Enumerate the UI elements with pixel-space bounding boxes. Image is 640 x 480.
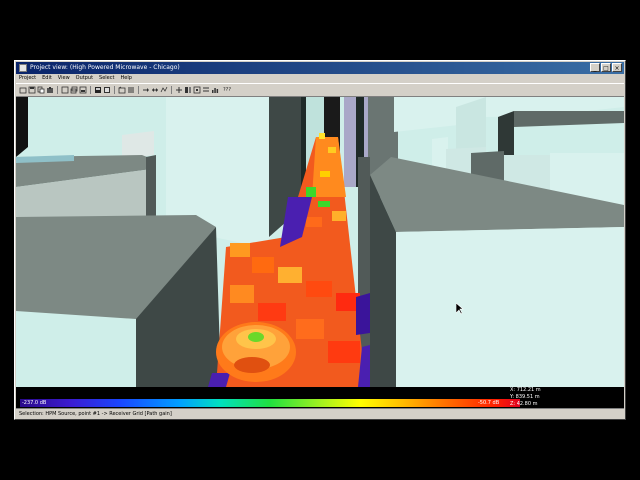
save-icon[interactable] <box>28 86 36 94</box>
more-icon[interactable]: ??? <box>220 86 234 94</box>
arrow-split-icon[interactable] <box>151 86 159 94</box>
layers-icon[interactable] <box>70 86 78 94</box>
status-text: Selection: HPM Source, point #1 -> Recei… <box>19 411 172 417</box>
toolbar-separator <box>138 86 139 94</box>
paste-icon[interactable] <box>46 86 54 94</box>
pan-icon[interactable] <box>184 86 192 94</box>
list-icon[interactable] <box>127 86 135 94</box>
toolbar-separator <box>90 86 91 94</box>
antenna-pattern <box>216 322 296 382</box>
menu-select[interactable]: Select <box>99 74 114 83</box>
view-icon[interactable] <box>61 86 69 94</box>
toolbar: ??? <box>16 83 624 97</box>
menu-edit[interactable]: Edit <box>42 74 52 83</box>
app-icon <box>19 64 27 72</box>
title-bar[interactable]: Project view: (High Powered Microwave - … <box>16 62 624 74</box>
colorbar-max-label: -50.7 dB <box>478 400 500 406</box>
close-button[interactable]: × <box>612 63 622 72</box>
menu-bar: Project Edit View Output Select Help <box>16 74 624 83</box>
menu-output[interactable]: Output <box>76 74 93 83</box>
menu-project[interactable]: Project <box>19 74 36 83</box>
coordinate-readout: X: 712.21 m Y: 839.51 m Z: 42.80 m <box>510 387 541 408</box>
window-controls: _ □ × <box>590 63 622 72</box>
route-icon[interactable] <box>160 86 168 94</box>
more-label: ??? <box>223 87 231 93</box>
menu-help[interactable]: Help <box>120 74 131 83</box>
arrow-right-icon[interactable] <box>142 86 150 94</box>
mouse-cursor-icon <box>456 303 464 315</box>
box-icon[interactable] <box>118 86 126 94</box>
project-view-window: Project view: (High Powered Microwave - … <box>14 60 626 420</box>
coord-z: Z: 42.80 m <box>510 401 538 407</box>
color-scale-gradient <box>20 399 520 407</box>
open-icon[interactable] <box>19 86 27 94</box>
stats-icon[interactable] <box>211 86 219 94</box>
toolbar-separator <box>171 86 172 94</box>
status-bar: Selection: HPM Source, point #1 -> Recei… <box>16 408 624 419</box>
coord-y: Y: 839.51 m <box>510 394 540 400</box>
ruler-icon[interactable] <box>202 86 210 94</box>
legend-colorbar: -237.0 dB -50.7 dB X: 712.21 m Y: 839.51… <box>16 387 624 408</box>
coord-x: X: 712.21 m <box>510 387 541 393</box>
grid-icon[interactable] <box>103 86 111 94</box>
zoom-icon[interactable] <box>175 86 183 94</box>
colorbar-min-label: -237.0 dB <box>22 400 47 406</box>
minimize-button[interactable]: _ <box>590 63 600 72</box>
maximize-button[interactable]: □ <box>601 63 611 72</box>
3d-viewport[interactable] <box>16 97 624 387</box>
menu-view[interactable]: View <box>58 74 70 83</box>
crosshair-icon[interactable] <box>193 86 201 94</box>
print-icon[interactable] <box>94 86 102 94</box>
window-title: Project view: (High Powered Microwave - … <box>30 64 180 71</box>
toolbar-separator <box>57 86 58 94</box>
toolbar-separator <box>114 86 115 94</box>
copy-icon[interactable] <box>37 86 45 94</box>
render-icon[interactable] <box>79 86 87 94</box>
